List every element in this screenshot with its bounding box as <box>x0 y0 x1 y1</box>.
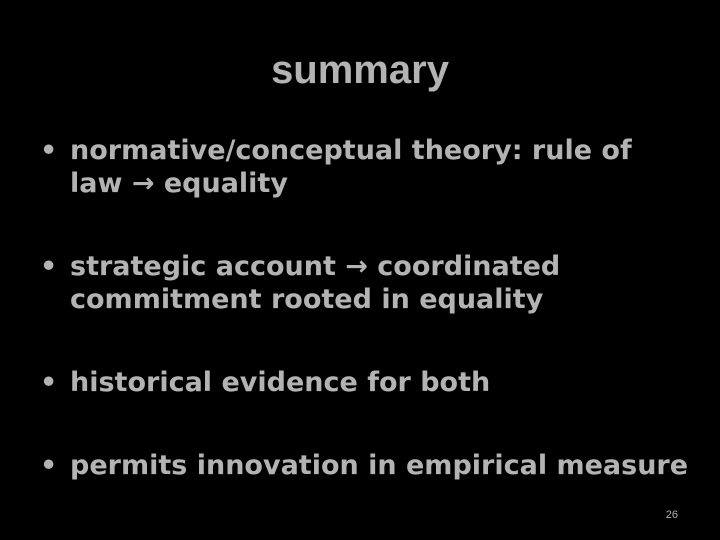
bullet-item: • permits innovation in empirical measur… <box>40 449 690 482</box>
bullet-text: historical evidence for both <box>70 367 491 398</box>
bullet-item: • strategic account → coordinated commit… <box>40 250 690 316</box>
bullet-item: • normative/conceptual theory: rule of l… <box>40 134 690 200</box>
bullet-text: strategic account → coordinated commitme… <box>70 251 561 315</box>
slide: summary • normative/conceptual theory: r… <box>0 0 720 540</box>
bullet-dot: • <box>40 251 58 282</box>
bullet-dot: • <box>40 367 58 398</box>
bullet-list: • normative/conceptual theory: rule of l… <box>40 134 690 482</box>
page-number: 26 <box>665 509 678 521</box>
bullet-item: • historical evidence for both <box>40 366 690 399</box>
bullet-dot: • <box>40 135 58 166</box>
bullet-dot: • <box>40 450 58 481</box>
slide-title: summary <box>271 48 449 92</box>
bullet-text: normative/conceptual theory: rule of law… <box>70 135 632 199</box>
bullet-text: permits innovation in empirical measure <box>70 450 689 481</box>
